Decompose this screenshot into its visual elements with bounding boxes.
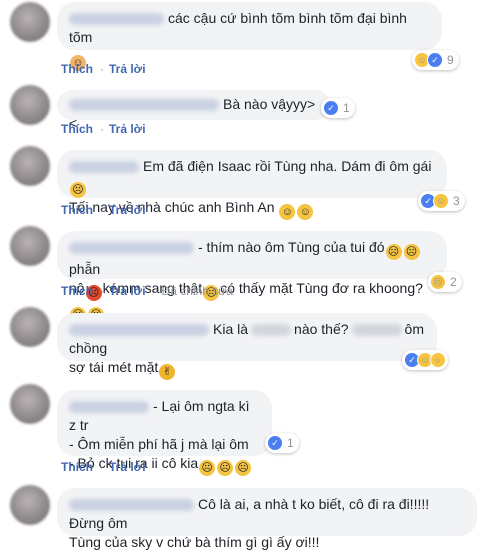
sad-reaction-icon: ☹: [430, 274, 446, 290]
comment-bubble: Cô là ai, a nhà t ko biết, cô đi ra đi!!…: [57, 488, 477, 550]
comment-text-line-2: Tùng của sky v chứ bà thím gì gì ấy ơi!!…: [69, 534, 320, 550]
comment-bubble: - Lại ôm ngta kì z tr - Ôm miễn phí hã j…: [57, 390, 272, 476]
commenter-name[interactable]: [69, 161, 139, 174]
reaction-count: 1: [343, 101, 350, 115]
like-link[interactable]: Thích: [61, 460, 93, 474]
like-link[interactable]: Thích: [61, 284, 93, 298]
laughing-emoji-icon: ☺: [279, 204, 296, 220]
comment-bubble: Bà nào vậyyy><: [57, 90, 330, 131]
reaction-summary[interactable]: ✓ ☺ ○: [402, 350, 448, 370]
commenter-name[interactable]: [69, 499, 194, 512]
reply-link[interactable]: Trả lời: [109, 203, 146, 217]
comment-actions: Thích · Trả lời: [61, 62, 146, 76]
avatar[interactable]: [10, 307, 50, 347]
unamused-emoji-icon: ☹: [235, 460, 252, 476]
avatar[interactable]: [10, 384, 50, 424]
like-reaction-icon: ✓: [323, 100, 339, 116]
avatar[interactable]: [10, 85, 50, 125]
edited-label[interactable]: Đã chỉnh sửa: [162, 284, 233, 298]
reply-link[interactable]: Trả lời: [109, 122, 146, 136]
reaction-count: 2: [450, 275, 457, 289]
reply-link[interactable]: Trả lời: [109, 284, 146, 298]
reaction-count: 1: [287, 436, 294, 450]
reply-link[interactable]: Trả lời: [109, 460, 146, 474]
haha-reaction-icon: ☺: [433, 193, 449, 209]
commenter-name[interactable]: [69, 13, 164, 26]
unamused-emoji-icon: ☹: [199, 460, 216, 476]
redacted-name: [351, 324, 402, 337]
commenter-name[interactable]: [69, 324, 209, 337]
avatar[interactable]: [10, 2, 50, 42]
comment-bubble: - thím nào ôm Tùng của tui đó ☹ ☹phẫn nộ ☹ k…: [57, 231, 447, 323]
ok-hand-emoji-icon: ✌: [159, 364, 176, 380]
comment-text-line-1: Em đã điện Isaac rồi Tùng nha. Dám đi ôm…: [143, 158, 432, 174]
comment-bubble: các cậu cứ bình tõm bình tõm đại bình tõ…: [57, 2, 442, 71]
like-link[interactable]: Thích: [61, 203, 93, 217]
comment-text-line-2: - Ôm miễn phí hã j mà lại ôm: [69, 436, 249, 452]
comment-actions: Thích · Trả lời · Đã chỉnh sửa: [61, 284, 233, 298]
reaction-summary[interactable]: ✓ 1: [321, 98, 355, 118]
avatar[interactable]: [10, 226, 50, 266]
reaction-summary[interactable]: ✓ ☺ 3: [418, 191, 465, 211]
crying-emoji-icon: ☹: [403, 244, 420, 260]
unamused-emoji-icon: ☹: [217, 460, 234, 476]
reaction-summary[interactable]: ☹ 2: [428, 272, 462, 292]
comment-text-line-1: - thím nào ôm Tùng của tui đó: [198, 239, 385, 255]
comment-text-line-1b: nào thế?: [294, 321, 349, 337]
comment-bubble: Em đã điện Isaac rồi Tùng nha. Dám đi ôm…: [57, 150, 447, 220]
laughing-emoji-icon: ☺: [297, 204, 314, 220]
reaction-count: 3: [453, 194, 460, 208]
like-reaction-icon: ✓: [427, 52, 443, 68]
commenter-name[interactable]: [69, 401, 149, 414]
commenter-name[interactable]: [69, 99, 219, 112]
like-reaction-icon: ✓: [267, 435, 283, 451]
avatar[interactable]: [10, 146, 50, 186]
comment-bubble: Kia là nào thế? ôm chồng sợ tái mét mặt ✌: [57, 313, 437, 380]
avatar[interactable]: [10, 485, 50, 525]
comment-actions: Thích · Trả lời: [61, 203, 146, 217]
like-link[interactable]: Thích: [61, 62, 93, 76]
redacted-name: [251, 324, 292, 337]
commenter-name[interactable]: [69, 242, 194, 255]
comment-actions: Thích · Trả lời: [61, 460, 146, 474]
comment-actions: Thích · Trả lời: [61, 122, 146, 136]
reaction-count: 9: [447, 53, 454, 67]
comment-text-line-2c: có thấy mặt Tùng đơ ra khoong?: [220, 280, 423, 296]
reaction-summary[interactable]: ✓ 1: [265, 433, 299, 453]
reaction-summary[interactable]: ☺ ✓ 9: [412, 50, 459, 70]
like-link[interactable]: Thích: [61, 122, 93, 136]
crying-emoji-icon: ☹: [385, 244, 402, 260]
reply-link[interactable]: Trả lời: [109, 62, 146, 76]
comment-text-line-1b: phẫn: [69, 261, 101, 277]
sad-emoji-icon: ☹: [70, 182, 86, 198]
comment-text-line-1a: Kia là: [213, 321, 249, 337]
wow-reaction-icon: ○: [430, 352, 446, 368]
comment-text-line-2: sợ tái mét mặt: [69, 359, 159, 375]
